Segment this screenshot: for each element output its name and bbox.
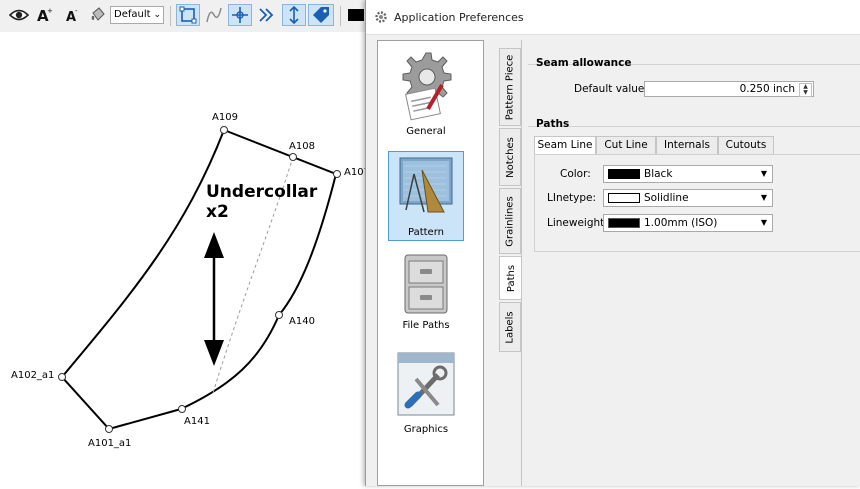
preferences-dialog: Application Preferences General Pattern … xyxy=(365,0,860,486)
category-general[interactable]: General xyxy=(388,49,464,145)
point-label: A101_a1 xyxy=(88,438,132,449)
drawing-canvas[interactable]: Undercollar x2 A109 A108 A107 A140 A102_… xyxy=(0,32,372,486)
piece-title: Undercollar xyxy=(206,182,318,202)
tab-labels[interactable]: Labels xyxy=(499,302,521,352)
category-label: File Paths xyxy=(402,320,450,331)
linetype-label: LInetype: xyxy=(547,192,597,204)
svg-text:+: + xyxy=(47,7,53,15)
point-label: A102_a1 xyxy=(11,370,55,381)
gear-document-icon xyxy=(402,52,452,121)
tab-label: Notches xyxy=(504,136,516,178)
tab-cutouts[interactable]: Cutouts xyxy=(718,136,774,154)
dialog-titlebar[interactable]: Application Preferences xyxy=(366,0,860,35)
black-swatch xyxy=(608,169,640,179)
lineweight-swatch xyxy=(608,218,640,228)
seam-line-page: Color: Black ▼ LInetype: Solidline ▼ Lin… xyxy=(534,154,860,252)
category-file-paths[interactable]: File Paths xyxy=(388,253,464,343)
eye-icon[interactable] xyxy=(8,4,30,26)
point-marker xyxy=(178,405,186,413)
svg-text:-: - xyxy=(75,7,78,15)
point-marker xyxy=(58,373,66,381)
tools-window-icon xyxy=(397,352,455,416)
dialog-title: Application Preferences xyxy=(394,10,524,24)
point-label: A141 xyxy=(184,416,210,427)
font-smaller-icon[interactable]: A- xyxy=(62,4,82,26)
lineweight-label: Lineweight xyxy=(547,217,605,229)
tag-icon[interactable] xyxy=(308,4,334,26)
point-marker xyxy=(220,126,228,134)
tab-label: Pattern Piece xyxy=(504,54,516,120)
point-marker xyxy=(289,153,297,161)
drafting-tools-icon xyxy=(399,157,453,213)
point-marker xyxy=(333,170,341,178)
paths-title: Paths xyxy=(536,118,570,130)
vertical-arrow-icon[interactable] xyxy=(282,4,306,26)
settings-panel: Seam allowance Default value: 0.250 inch… xyxy=(521,40,860,486)
tab-grainlines[interactable]: Grainlines xyxy=(499,188,521,254)
point-label: A109 xyxy=(212,112,238,123)
point-label: A108 xyxy=(289,141,315,152)
chevron-down-icon: ⌄ xyxy=(153,10,161,20)
seam-allowance-title: Seam allowance xyxy=(536,57,632,69)
category-pattern[interactable]: Pattern xyxy=(388,151,464,241)
tab-label: Paths xyxy=(506,264,517,292)
tab-paths[interactable]: Paths xyxy=(499,256,523,300)
spin-arrows-icon[interactable]: ▲ ▼ xyxy=(799,83,812,97)
font-larger-icon[interactable]: A + xyxy=(34,4,54,26)
default-value-label: Default value: xyxy=(574,83,648,95)
tab-label: Labels xyxy=(504,310,516,344)
chevron-down-icon: ▼ xyxy=(760,218,768,227)
tab-notches[interactable]: Notches xyxy=(499,128,521,186)
style-select[interactable]: Default ⌄ xyxy=(110,6,164,24)
tab-seam-line[interactable]: Seam Line xyxy=(534,136,596,155)
default-value-spinbox[interactable]: 0.250 inch ▲ ▼ xyxy=(644,81,814,97)
double-arrow-icon[interactable] xyxy=(254,4,278,26)
point-marker xyxy=(275,311,283,319)
grainline-arrow xyxy=(204,232,224,366)
select-mode-icon[interactable] xyxy=(176,4,200,26)
point-label: A140 xyxy=(289,316,315,327)
category-label: Graphics xyxy=(403,424,449,435)
paint-bucket-icon[interactable] xyxy=(88,4,108,26)
category-list: General Pattern File Paths Graphics xyxy=(377,40,484,486)
solidline-swatch xyxy=(608,193,640,203)
color-select[interactable]: Black ▼ xyxy=(603,165,773,183)
chevron-down-icon: ▼ xyxy=(760,193,768,202)
tab-internals[interactable]: Internals xyxy=(656,136,718,154)
lineweight-select[interactable]: 1.00mm (ISO) ▼ xyxy=(603,214,773,232)
linetype-select[interactable]: Solidline ▼ xyxy=(603,189,773,207)
category-label: Pattern xyxy=(408,227,444,238)
color-label: Color: xyxy=(560,168,591,180)
tab-cut-line[interactable]: Cut Line xyxy=(596,136,656,154)
color-value: Black xyxy=(644,168,673,180)
tab-label: Grainlines xyxy=(504,195,516,247)
piece-outline xyxy=(60,128,338,431)
curve-mode-icon[interactable] xyxy=(202,4,226,26)
gear-icon xyxy=(375,11,387,23)
piece-count: x2 xyxy=(206,202,229,222)
crosshair-icon[interactable] xyxy=(228,4,252,26)
point-marker xyxy=(105,425,113,433)
file-cabinet-icon xyxy=(404,254,448,314)
black-swatch-icon[interactable] xyxy=(346,4,366,26)
toolbar-separator xyxy=(340,6,341,26)
main-toolbar: A + A- Default ⌄ xyxy=(0,0,372,33)
chevron-down-icon: ▼ xyxy=(760,169,768,178)
style-select-value: Default xyxy=(114,9,151,20)
lineweight-value: 1.00mm (ISO) xyxy=(644,217,718,229)
category-graphics[interactable]: Graphics xyxy=(388,349,464,441)
default-value-text: 0.250 inch xyxy=(739,83,795,95)
category-label: General xyxy=(406,126,446,137)
toolbar-separator xyxy=(170,6,171,26)
linetype-value: Solidline xyxy=(644,192,689,204)
tab-pattern-piece[interactable]: Pattern Piece xyxy=(499,48,521,126)
